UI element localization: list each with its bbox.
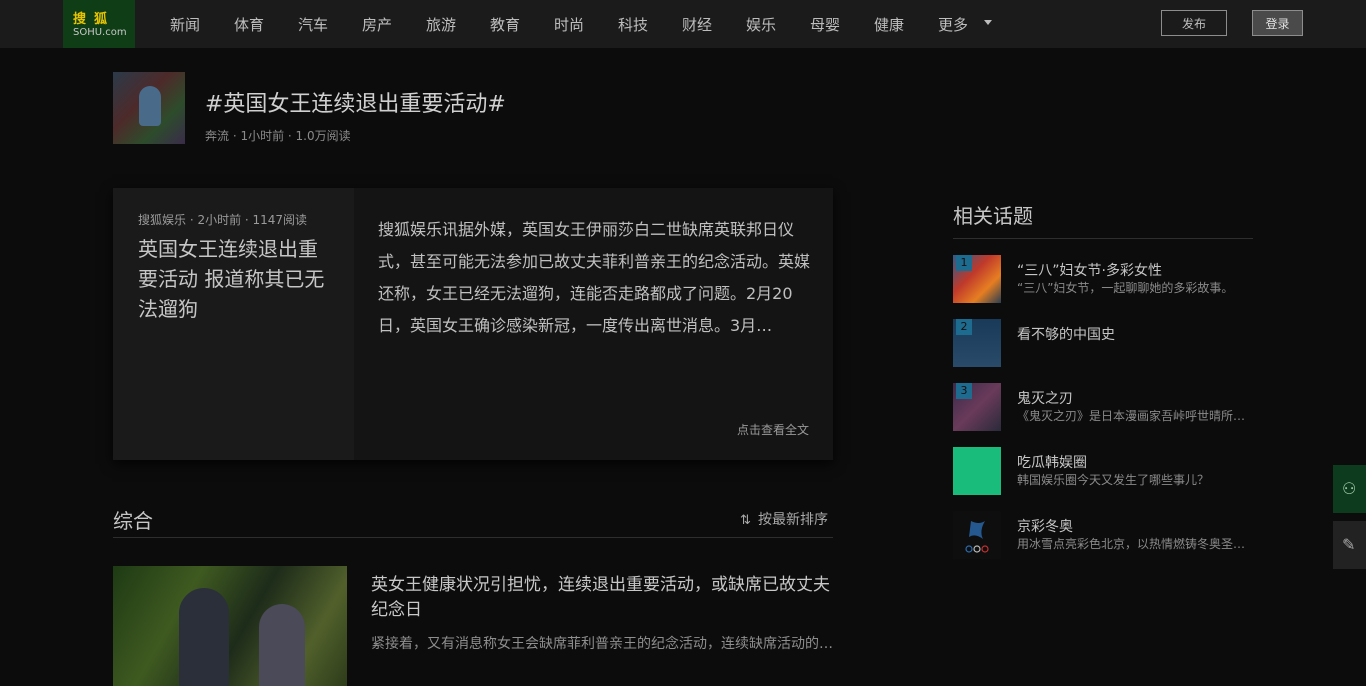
- topic-name: 京彩冬奥: [1017, 519, 1073, 535]
- featured-headline[interactable]: 英国女王连续退出重要活动 报道称其已无法遛狗: [138, 234, 333, 324]
- article-thumbnail[interactable]: [113, 566, 347, 686]
- nav-item-parenting[interactable]: 母婴: [810, 14, 840, 35]
- topic-meta: 奔流 · 1小时前 · 1.0万阅读: [205, 129, 351, 143]
- nav-item-auto[interactable]: 汽车: [298, 14, 328, 35]
- topic-desc: “三八”妇女节，一起聊聊她的多彩故事。: [1017, 281, 1234, 295]
- sort-label: 按最新排序: [758, 512, 828, 528]
- featured-left-panel: 搜狐娱乐 · 2小时前 · 1147阅读 英国女王连续退出重要活动 报道称其已无…: [113, 188, 354, 460]
- sort-button[interactable]: ⇅ 按最新排序: [740, 509, 828, 529]
- nav-item-finance[interactable]: 财经: [682, 14, 712, 35]
- article-title[interactable]: 英女王健康状况引担忧，连续退出重要活动，或缺席已故丈夫纪念日: [371, 573, 833, 623]
- topic-title: #英国女王连续退出重要活动#: [205, 92, 506, 117]
- topic-name: 鬼灭之刃: [1017, 391, 1073, 407]
- topic-name: 看不够的中国史: [1017, 327, 1115, 343]
- topic-name: 吃瓜韩娱圈: [1017, 455, 1087, 471]
- article-description: 紧接着，又有消息称女王会缺席菲利普亲王的纪念活动，连续缺席活动的…: [371, 636, 833, 652]
- nav-item-entertainment[interactable]: 娱乐: [746, 14, 776, 35]
- sidebar-divider: [953, 238, 1253, 239]
- related-topic-item[interactable]: 吃瓜韩娱圈 韩国娱乐圈今天又发生了哪些事儿？: [953, 447, 1253, 495]
- pencil-icon: ✎: [1342, 535, 1356, 554]
- nav-item-health[interactable]: 健康: [874, 14, 904, 35]
- sohu-icon: ⚇: [1342, 479, 1357, 498]
- featured-article-card[interactable]: 搜狐娱乐 · 2小时前 · 1147阅读 英国女王连续退出重要活动 报道称其已无…: [113, 188, 833, 460]
- nav-item-news[interactable]: 新闻: [170, 14, 200, 35]
- related-topic-item[interactable]: 3 鬼灭之刃 《鬼灭之刃》是日本漫画家吾峠呼世晴所…: [953, 383, 1253, 431]
- related-topics-title: 相关话题: [953, 204, 1033, 228]
- topic-thumbnail: [953, 511, 1001, 559]
- featured-source: 搜狐娱乐 · 2小时前 · 1147阅读: [138, 213, 308, 227]
- sohu-logo[interactable]: 搜狐 SOHU.com: [63, 0, 135, 48]
- section-title: 综合: [113, 509, 153, 533]
- topic-avatar-image: [113, 72, 185, 144]
- related-topic-item[interactable]: 2 看不够的中国史: [953, 319, 1253, 367]
- nav-item-tech[interactable]: 科技: [618, 14, 648, 35]
- topic-desc: 《鬼灭之刃》是日本漫画家吾峠呼世晴所…: [1017, 409, 1246, 423]
- nav-item-fashion[interactable]: 时尚: [554, 14, 584, 35]
- related-topic-item[interactable]: 京彩冬奥 用冰雪点亮彩色北京，以热情燃铸冬奥圣…: [953, 511, 1253, 559]
- logo-chinese: 搜狐: [73, 12, 116, 27]
- rank-badge: 2: [956, 319, 972, 335]
- chevron-down-icon[interactable]: [984, 20, 992, 25]
- sort-icon: ⇅: [740, 513, 751, 528]
- top-navigation-bar: 搜狐 SOHU.com 新闻 体育 汽车 房产 旅游 教育 时尚 科技 财经 娱…: [0, 0, 1366, 48]
- topic-thumbnail: 1: [953, 255, 1001, 303]
- rank-badge: 3: [956, 383, 972, 399]
- featured-body: 搜狐娱乐讯据外媒，英国女王伊丽莎白二世缺席英联邦日仪式，甚至可能无法参加已故丈夫…: [378, 220, 811, 335]
- topic-thumbnail: [953, 447, 1001, 495]
- edit-float-button[interactable]: ✎: [1333, 521, 1366, 569]
- sohu-float-button[interactable]: ⚇: [1333, 465, 1366, 513]
- topic-thumbnail: 2: [953, 319, 1001, 367]
- nav-item-sports[interactable]: 体育: [234, 14, 264, 35]
- nav-item-travel[interactable]: 旅游: [426, 14, 456, 35]
- login-button[interactable]: 登录: [1252, 10, 1303, 36]
- publish-button[interactable]: 发布: [1161, 10, 1227, 36]
- topic-desc: 韩国娱乐圈今天又发生了哪些事儿？: [1017, 473, 1210, 487]
- nav-item-education[interactable]: 教育: [490, 14, 520, 35]
- related-topic-item[interactable]: 1 “三八”妇女节·多彩女性 “三八”妇女节，一起聊聊她的多彩故事。: [953, 255, 1253, 303]
- topic-desc: 用冰雪点亮彩色北京，以热情燃铸冬奥圣…: [1017, 537, 1246, 551]
- topic-thumbnail: 3: [953, 383, 1001, 431]
- section-divider: [113, 537, 833, 538]
- logo-english: SOHU.com: [73, 27, 127, 38]
- nav-item-realestate[interactable]: 房产: [362, 14, 392, 35]
- topic-name: “三八”妇女节·多彩女性: [1017, 263, 1162, 279]
- read-full-link[interactable]: 点击查看全文: [737, 421, 809, 438]
- nav-item-more[interactable]: 更多: [938, 14, 968, 35]
- rank-badge: 1: [956, 255, 972, 271]
